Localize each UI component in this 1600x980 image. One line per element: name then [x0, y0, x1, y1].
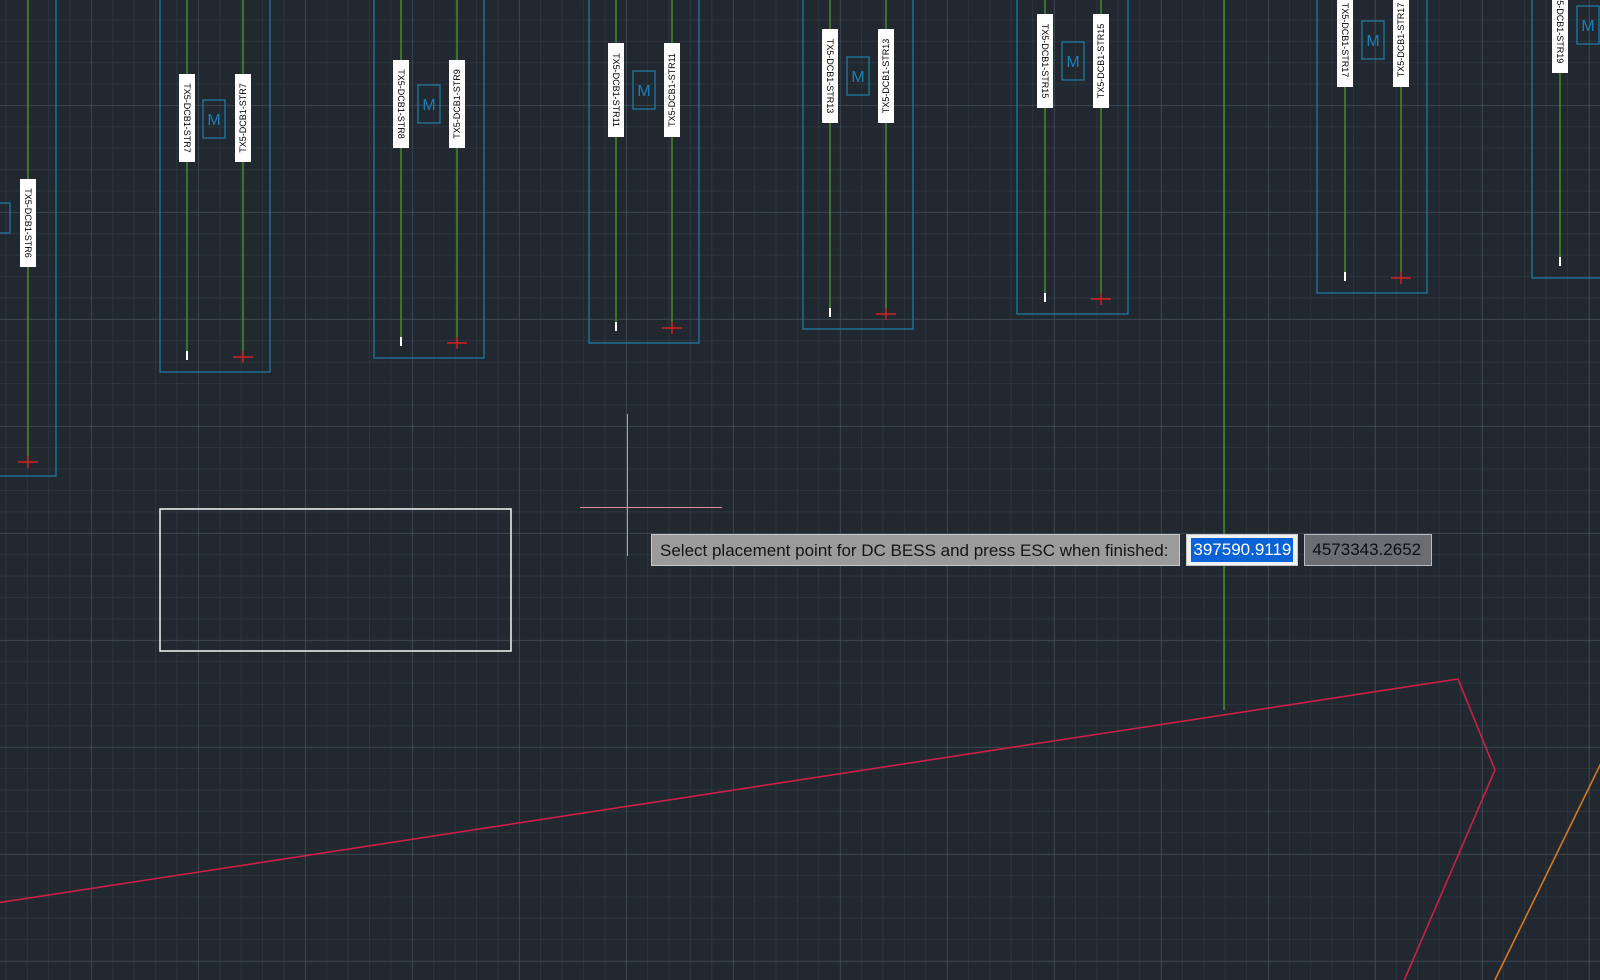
string-label[interactable]: TX5-DCB1-STR7 — [179, 74, 195, 162]
string-label[interactable]: TX5-DCB1-STR17 — [1337, 0, 1353, 87]
string-label-text: TX5-DCB1-STR17 — [1396, 3, 1406, 78]
drawing-viewport[interactable]: M M M M M M M TX5-DCB1-STR6 TX5-DCB1-STR… — [0, 0, 1600, 980]
combiner-label: M — [1066, 54, 1079, 71]
string-label-text: TX5-DCB1-STR15 — [1040, 24, 1050, 99]
combiner-label: M — [637, 83, 650, 100]
terminal-cross-marker[interactable] — [233, 351, 253, 363]
string-label-text: TX5-DCB1-STR17 — [1340, 3, 1350, 78]
string-label[interactable]: TX5-DCB1-STR15 — [1093, 14, 1109, 108]
terminal-cross-marker[interactable] — [1091, 293, 1111, 305]
array-block-outline[interactable] — [802, 0, 914, 330]
string-label-text: TX5-DCB1-STR11 — [667, 53, 677, 127]
array-block-outline[interactable] — [159, 0, 271, 373]
string-label-text: TX5-DCB1-STR15 — [1096, 24, 1106, 99]
string-label[interactable]: TX5-DCB1-STR9 — [449, 60, 465, 148]
prompt-message: Select placement point for DC BESS and p… — [651, 534, 1181, 566]
combiner-label: M — [422, 97, 435, 114]
array-block-outline[interactable] — [1016, 0, 1129, 315]
cad-drawing[interactable]: M M M M M M M TX5-DCB1-STR6 TX5-DCB1-STR… — [0, 0, 1600, 980]
string-label-text: TX5-DCB1-STR7 — [182, 83, 192, 153]
string-label[interactable]: TX5-DCB1-STR19 — [1552, 0, 1568, 73]
combiner-label: M — [1581, 18, 1594, 35]
combiner-box-outline[interactable] — [0, 202, 11, 234]
combiner-label: M — [851, 69, 864, 86]
string-label-text: TX5-DCB1-STR19 — [1555, 0, 1565, 63]
x-coordinate-input[interactable]: 397590.9119 — [1186, 534, 1299, 566]
site-boundary-line[interactable] — [0, 678, 1496, 980]
crosshair-horizontal — [580, 507, 722, 508]
aux-line[interactable] — [1490, 755, 1600, 980]
string-label-text: TX5-DCB1-STR7 — [238, 83, 248, 153]
y-coordinate-value[interactable]: 4573343.2652 — [1312, 535, 1421, 565]
string-label-text: TX5-DCB1-STR13 — [825, 39, 835, 114]
terminal-cross-marker[interactable] — [447, 337, 467, 349]
string-label-text: TX5-DCB1-STR13 — [881, 39, 891, 114]
string-label-text: TX5-DCB1-STR8 — [396, 69, 406, 139]
terminal-cross-marker[interactable] — [18, 456, 38, 468]
combiner-label: M — [207, 112, 220, 129]
string-label[interactable]: TX5-DCB1-STR15 — [1037, 14, 1053, 108]
string-label[interactable]: TX5-DCB1-STR17 — [1393, 0, 1409, 87]
terminal-cross-marker[interactable] — [876, 308, 896, 320]
crosshair-vertical — [627, 414, 628, 556]
x-coordinate-value[interactable]: 397590.9119 — [1191, 538, 1294, 562]
string-label[interactable]: TX5-DCB1-STR11 — [608, 43, 624, 137]
terminal-cross-marker[interactable] — [662, 322, 682, 334]
string-label[interactable]: TX5-DCB1-STR13 — [878, 29, 894, 123]
terminal-cross-marker[interactable] — [1391, 272, 1411, 284]
string-label[interactable]: TX5-DCB1-STR6 — [20, 179, 36, 267]
array-block-outline[interactable] — [588, 0, 700, 344]
string-label[interactable]: TX5-DCB1-STR11 — [664, 43, 680, 137]
string-label-text: TX5-DCB1-STR9 — [452, 69, 462, 139]
string-label[interactable]: TX5-DCB1-STR13 — [822, 29, 838, 123]
dynamic-input-prompt: Select placement point for DC BESS and p… — [651, 534, 1433, 566]
dc-bess-placement-preview — [159, 508, 512, 652]
string-label[interactable]: TX5-DCB1-STR7 — [235, 74, 251, 162]
string-label-text: TX5-DCB1-STR11 — [611, 53, 621, 127]
string-label-text: TX5-DCB1-STR6 — [23, 188, 33, 258]
combiner-label: M — [1366, 33, 1379, 50]
y-coordinate-input[interactable]: 4573343.2652 — [1304, 534, 1433, 566]
array-block-outline[interactable] — [373, 0, 485, 359]
string-label[interactable]: TX5-DCB1-STR8 — [393, 60, 409, 148]
